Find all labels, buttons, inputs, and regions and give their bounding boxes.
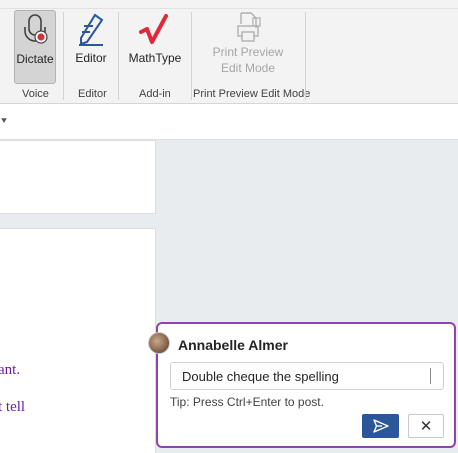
avatar (148, 332, 170, 354)
dictate-label: Dictate (16, 52, 54, 66)
cancel-comment-button[interactable]: ✕ (408, 414, 444, 438)
ribbon-collapse-bar: ⯆ (0, 104, 458, 140)
editor-label: Editor (75, 51, 107, 65)
editor-pen-icon (79, 13, 104, 46)
microphone-icon (24, 14, 48, 44)
print-preview-label-line2: Edit Mode (220, 61, 276, 75)
send-icon (372, 419, 389, 433)
mathtype-label: MathType (128, 51, 182, 65)
comment-input[interactable]: Double cheque the spelling (170, 362, 444, 390)
group-label-editor: Editor (78, 88, 107, 100)
group-label-voice: Voice (22, 88, 49, 100)
comment-author: Annabelle Almer (178, 337, 288, 353)
document-text-line: t tell (0, 399, 26, 415)
group-separator (191, 12, 192, 100)
group-separator (63, 12, 64, 100)
ribbon: Dictate Voice Editor Editor MathType Add… (0, 0, 458, 104)
document-page: ant. t tell (0, 228, 156, 453)
group-separator (118, 12, 119, 100)
post-comment-button[interactable] (362, 414, 399, 438)
document-text-line: ant. (0, 362, 21, 378)
document-page (0, 140, 156, 214)
mathtype-icon (139, 14, 168, 44)
chevron-down-icon[interactable]: ⯆ (0, 116, 8, 127)
close-icon: ✕ (419, 418, 433, 435)
group-label-print-preview: Print Preview Edit Mode (193, 88, 311, 100)
print-preview-edit-mode-button[interactable]: Print Preview Edit Mode (205, 10, 291, 84)
text-cursor (430, 368, 431, 384)
comment-tip: Tip: Press Ctrl+Enter to post. (170, 395, 324, 409)
mathtype-button[interactable]: MathType (124, 10, 186, 84)
print-preview-label-line1: Print Preview (212, 45, 284, 59)
group-separator (305, 12, 306, 100)
ribbon-top-edge (0, 0, 458, 9)
group-label-addin: Add-in (139, 88, 171, 100)
print-preview-icon (237, 12, 261, 42)
dictate-button[interactable]: Dictate (14, 10, 56, 84)
editor-button[interactable]: Editor (70, 10, 112, 84)
comment-card: Annabelle Almer Double cheque the spelli… (148, 322, 456, 448)
